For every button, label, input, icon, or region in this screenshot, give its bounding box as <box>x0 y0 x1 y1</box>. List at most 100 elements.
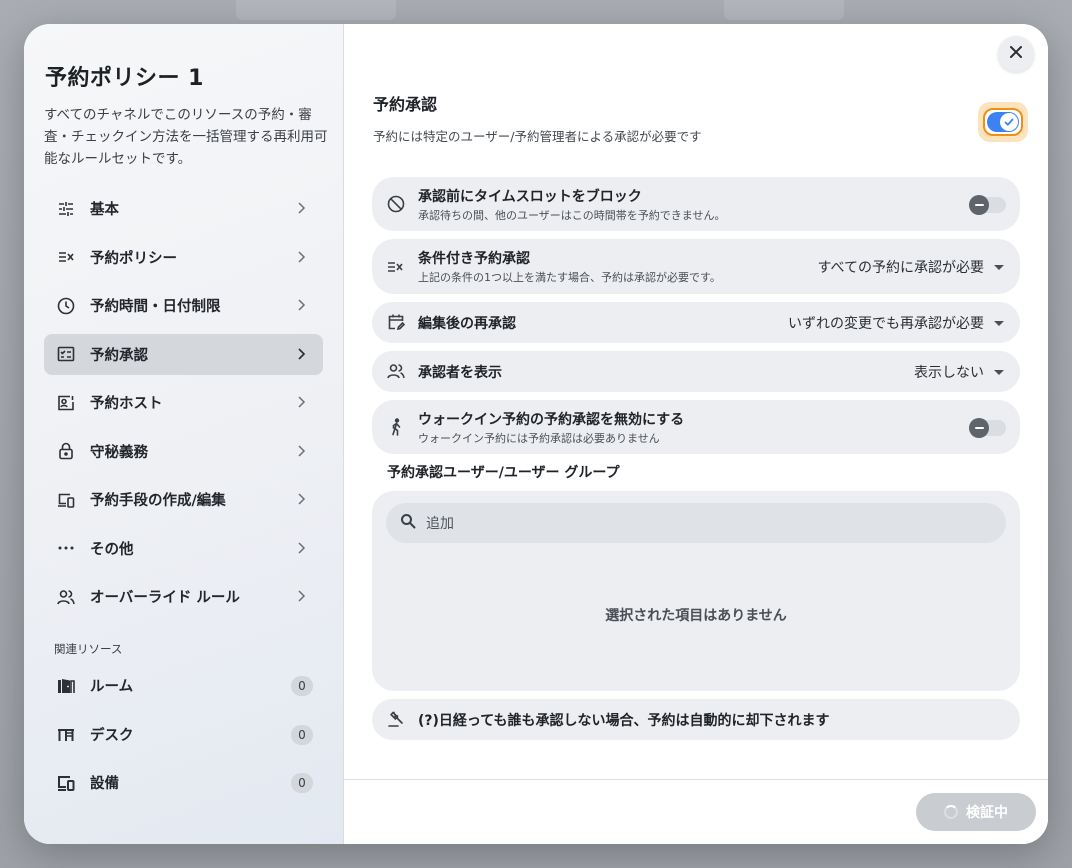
policy-description: すべてのチャネルでこのリソースの予約・審査・チェックイン方法を一括管理する再利用… <box>44 107 328 167</box>
chevron-right-icon <box>293 200 309 216</box>
sidebar-item-label: 予約ホスト <box>90 396 163 412</box>
sidebar-item-booking-methods[interactable]: 予約手段の作成/編集 <box>44 479 323 520</box>
section-subtitle: 予約には特定のユーザー/予約管理者による承認が必要です <box>373 129 702 144</box>
approver-search-input[interactable]: 追加 <box>386 503 1006 543</box>
sidebar-item-label: 予約ポリシー <box>90 250 177 267</box>
sidebar-item-time-limits[interactable]: 予約時間・日付制限 <box>44 285 323 326</box>
sidebar-item-label: 予約手段の作成/編集 <box>90 493 226 509</box>
dropdown-caret-icon <box>994 369 1004 375</box>
sidebar-item-host[interactable]: 予約ホスト <box>44 382 323 423</box>
row-subtitle: 上記の条件の1つ以上を満たす場合、予約は承認が必要です。 <box>418 271 721 284</box>
main-panel: 予約承認 予約には特定のユーザー/予約管理者による承認が必要です 承認前にタイム… <box>344 24 1048 844</box>
close-button[interactable] <box>998 36 1034 72</box>
conditional-approval-row: 条件付き予約承認 上記の条件の1つ以上を満たす場合、予約は承認が必要です。 すべ… <box>372 239 1020 294</box>
sidebar-item-confidentiality[interactable]: 守秘義務 <box>44 431 323 472</box>
sidebar-item-label: 基本 <box>90 202 119 218</box>
walkin-approval-row: ウォークイン予約の予約承認を無効にする ウォークイン予約には予約承認は必要ありま… <box>372 400 1020 454</box>
select-value: 表示しない <box>914 365 984 381</box>
dialog-footer: 検証中 <box>344 779 1048 844</box>
sidebar-item-policy[interactable]: 予約ポリシー <box>44 237 323 278</box>
approval-toggle-focus-ring <box>978 102 1028 142</box>
sidebar-item-label: オーバーライド ルール <box>90 590 240 606</box>
chevron-right-icon <box>293 540 309 556</box>
gavel-icon <box>387 710 405 728</box>
empty-state-text: 選択された項目はありません <box>605 608 787 624</box>
toggle-track <box>987 112 1019 132</box>
desk-icon <box>56 724 76 744</box>
sidebar-item-override-rules[interactable]: オーバーライド ルール <box>44 576 323 617</box>
toggle-knob-off <box>969 418 989 438</box>
sidebar-item-other[interactable]: その他 <box>44 528 323 569</box>
policy-dialog: 予約ポリシー 1 すべてのチャネルでこのリソースの予約・審査・チェックイン方法を… <box>24 24 1048 844</box>
sliders-icon <box>56 199 76 219</box>
resource-count-badge: 0 <box>291 724 313 745</box>
more-icon <box>56 538 76 558</box>
resource-item-rooms[interactable]: ルーム 0 <box>44 665 323 706</box>
calendar-edit-icon <box>387 313 406 331</box>
sidebar: 予約ポリシー 1 すべてのチャネルでこのリソースの予約・審査・チェックイン方法を… <box>24 24 344 844</box>
resource-label: 設備 <box>90 776 119 792</box>
sidebar-item-approval[interactable]: 予約承認 <box>44 333 323 375</box>
block-timeslot-toggle[interactable] <box>969 195 1006 215</box>
people-icon <box>387 362 405 380</box>
select-value: いずれの変更でも再承認が必要 <box>788 316 984 332</box>
show-approver-select[interactable]: 表示しない <box>914 362 1004 382</box>
section-title: 予約承認 <box>373 95 438 114</box>
check-icon <box>1000 113 1018 131</box>
rule-list-icon <box>387 258 405 276</box>
chevron-right-icon <box>293 346 309 362</box>
verify-button-label: 検証中 <box>966 805 1008 821</box>
row-title: 条件付き予約承認 <box>418 251 530 267</box>
page-title: 予約ポリシー 1 <box>45 66 204 91</box>
walkin-approval-toggle[interactable] <box>969 418 1006 438</box>
chevron-right-icon <box>293 588 309 604</box>
approval-toggle[interactable] <box>983 108 1023 136</box>
chevron-right-icon <box>293 297 309 313</box>
show-approver-row: 承認者を表示 表示しない <box>372 351 1020 392</box>
reapproval-row: 編集後の再承認 いずれの変更でも再承認が必要 <box>372 302 1020 343</box>
chevron-right-icon <box>293 491 309 507</box>
search-icon <box>400 513 416 533</box>
resource-count-badge: 0 <box>291 676 313 696</box>
resource-item-desks[interactable]: デスク 0 <box>44 714 323 755</box>
related-resources-heading: 関連リソース <box>54 642 123 656</box>
clock-icon <box>56 296 76 316</box>
devices-icon <box>56 490 76 510</box>
sidebar-item-label: 予約承認 <box>90 347 148 364</box>
rule-list-icon <box>56 247 76 267</box>
sidebar-item-basic[interactable]: 基本 <box>44 188 323 229</box>
conditional-approval-select[interactable]: すべての予約に承認が必要 <box>818 257 1004 277</box>
auto-decline-row[interactable]: (?)日経っても誰も承認しない場合、予約は自動的に却下されます <box>372 699 1020 740</box>
block-icon <box>387 195 405 213</box>
row-title: ウォークイン予約の予約承認を無効にする <box>418 412 685 428</box>
approver-group-panel: 追加 選択された項目はありません <box>372 491 1020 691</box>
related-resources-list: ルーム 0 デスク 0 設備 0 <box>44 665 323 811</box>
select-value: すべての予約に承認が必要 <box>817 260 984 276</box>
search-placeholder: 追加 <box>426 516 454 532</box>
resource-count-badge: 0 <box>291 773 313 793</box>
approval-checklist-icon <box>56 344 76 364</box>
verify-button[interactable]: 検証中 <box>916 793 1036 831</box>
lock-icon <box>56 441 76 461</box>
reapproval-select[interactable]: いずれの変更でも再承認が必要 <box>788 313 1004 333</box>
toggle-knob-off <box>969 195 989 215</box>
resource-item-equipment[interactable]: 設備 0 <box>44 762 323 803</box>
loading-spinner-icon <box>944 805 958 819</box>
sidebar-item-label: 予約時間・日付制限 <box>90 299 221 315</box>
background-chip <box>236 0 396 20</box>
row-title: 承認前にタイムスロットをブロック <box>418 189 642 205</box>
resource-label: ルーム <box>90 679 134 695</box>
host-badge-icon <box>56 393 76 413</box>
row-subtitle: 承認待ちの間、他のユーザーはこの時間帯を予約できません。 <box>418 209 726 222</box>
approver-group-heading: 予約承認ユーザー/ユーザー グループ <box>387 465 620 481</box>
row-title: 編集後の再承認 <box>418 316 516 332</box>
chevron-right-icon <box>293 394 309 410</box>
dropdown-caret-icon <box>994 320 1004 326</box>
row-subtitle: ウォークイン予約には予約承認は必要ありません <box>418 432 660 445</box>
resource-label: デスク <box>90 727 134 744</box>
door-icon <box>56 676 76 696</box>
close-icon <box>1008 44 1024 64</box>
chevron-right-icon <box>293 249 309 265</box>
row-title: 承認者を表示 <box>418 365 502 381</box>
chevron-right-icon <box>293 443 309 459</box>
